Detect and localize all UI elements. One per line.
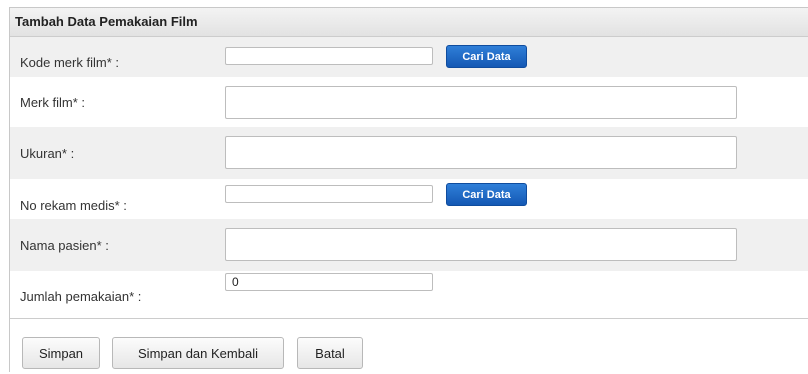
form-title: Tambah Data Pemakaian Film (10, 8, 808, 37)
row-merk-film: Merk film* : (10, 77, 808, 127)
row-kode-merk-film: Kode merk film* : Cari Data (10, 37, 808, 77)
row-nama-pasien: Nama pasien* : (10, 219, 808, 271)
merk-film-label: Merk film* : (20, 95, 85, 110)
kode-merk-film-input[interactable] (225, 47, 433, 65)
merk-film-input[interactable] (225, 86, 737, 119)
row-ukuran: Ukuran* : (10, 127, 808, 179)
no-rekam-medis-input[interactable] (225, 185, 433, 203)
jumlah-pemakaian-label: Jumlah pemakaian* : (20, 289, 142, 304)
simpan-button[interactable]: Simpan (22, 337, 100, 369)
ukuran-input[interactable] (225, 136, 737, 169)
cari-data-button-rekam-medis[interactable]: Cari Data (446, 183, 527, 206)
kode-merk-film-label: Kode merk film* : (20, 55, 119, 70)
form-actions: Simpan Simpan dan Kembali Batal (10, 318, 808, 374)
nama-pasien-label: Nama pasien* : (20, 238, 109, 253)
nama-pasien-input[interactable] (225, 228, 737, 261)
form-panel: Tambah Data Pemakaian Film Kode merk fil… (9, 7, 808, 374)
batal-button[interactable]: Batal (297, 337, 363, 369)
no-rekam-medis-label: No rekam medis* : (20, 198, 127, 213)
row-no-rekam-medis: No rekam medis* : Cari Data (10, 179, 808, 219)
ukuran-label: Ukuran* : (20, 146, 75, 161)
row-jumlah-pemakaian: Jumlah pemakaian* : (10, 271, 808, 311)
cari-data-button-kode-merk[interactable]: Cari Data (446, 45, 527, 68)
simpan-dan-kembali-button[interactable]: Simpan dan Kembali (112, 337, 284, 369)
jumlah-pemakaian-input[interactable] (225, 273, 433, 291)
